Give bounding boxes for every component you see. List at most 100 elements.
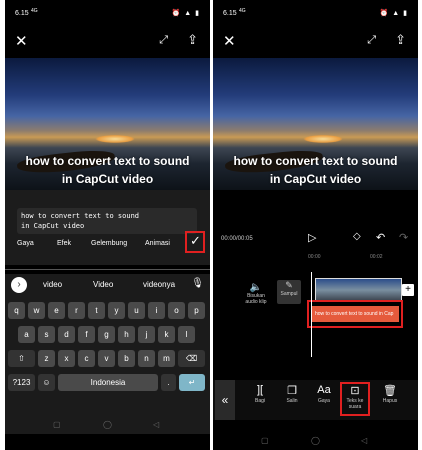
enter-key[interactable]: ↵: [179, 374, 205, 391]
recent-apps-icon[interactable]: ▢: [53, 420, 61, 429]
video-preview: how to convert text to sound in CapCut v…: [213, 58, 418, 190]
key-h[interactable]: h: [118, 326, 135, 343]
ruler-tick-0: 00:00: [308, 254, 321, 260]
emoji-key[interactable]: ☺: [38, 374, 55, 391]
key-n[interactable]: n: [138, 350, 155, 367]
delete-tool[interactable]: 🗑 Hapus: [375, 384, 405, 404]
playhead[interactable]: [311, 272, 312, 357]
key-x[interactable]: x: [58, 350, 75, 367]
tab-efek[interactable]: Efek: [57, 240, 71, 247]
style-tool[interactable]: Aa Gaya: [309, 384, 339, 404]
expand-arrow-icon[interactable]: ›: [11, 277, 27, 293]
redo-icon[interactable]: ↷: [399, 231, 408, 244]
suggestion-bar: › video Video videonya 🎙: [5, 274, 210, 296]
sunset-glow: [95, 134, 136, 143]
suggestion-2[interactable]: Video: [93, 280, 113, 289]
key-u[interactable]: u: [128, 302, 145, 319]
key-m[interactable]: m: [158, 350, 175, 367]
period-key[interactable]: .: [161, 374, 176, 391]
video-clip[interactable]: [315, 278, 402, 302]
key-w[interactable]: w: [28, 302, 45, 319]
cover-button[interactable]: ✎ Sampul: [277, 280, 301, 304]
key-q[interactable]: q: [8, 302, 25, 319]
text-clip[interactable]: how to convert text to sound in Cap: [307, 300, 403, 328]
confirm-button[interactable]: ✓: [185, 231, 205, 253]
nav-bar: ▢ ◯ ◁: [213, 434, 418, 450]
status-bar: 6.15 4G ⏰ ▲ ▮: [5, 0, 210, 28]
export-icon[interactable]: ⇪: [187, 32, 198, 48]
key-row-4: ?123 ☺ Indonesia . ↵: [5, 374, 210, 396]
status-bar: 6.15 4G ⏰ ▲ ▮: [213, 0, 418, 28]
key-c[interactable]: c: [78, 350, 95, 367]
signal-text: 4G: [31, 8, 38, 14]
tab-animasi[interactable]: Animasi: [145, 240, 170, 247]
split-tool[interactable]: ][Bagi: [245, 384, 275, 404]
key-r[interactable]: r: [68, 302, 85, 319]
space-key[interactable]: Indonesia: [58, 374, 158, 391]
number-key[interactable]: ?123: [8, 374, 35, 391]
text-input-line-1: how to convert text to sound: [21, 212, 140, 220]
recent-apps-icon[interactable]: ▢: [261, 436, 269, 445]
text-to-speech-icon: ⊡: [350, 385, 360, 397]
tab-gelembung[interactable]: Gelembung: [91, 240, 127, 247]
suggestion-1[interactable]: video: [43, 280, 62, 289]
key-g[interactable]: g: [98, 326, 115, 343]
phone-screen-text-editor: 6.15 4G ⏰ ▲ ▮ ✕ ⤢ ⇪ how to convert text …: [5, 0, 210, 450]
back-double-chevron-icon[interactable]: «: [215, 380, 235, 420]
copy-tool[interactable]: ❐ Salin: [277, 384, 307, 404]
key-e[interactable]: e: [48, 302, 65, 319]
key-k[interactable]: k: [158, 326, 175, 343]
backspace-key[interactable]: ⌫: [178, 350, 205, 367]
text-to-speech-tool[interactable]: ⊡ Teks ke suara: [340, 382, 370, 416]
key-b[interactable]: b: [118, 350, 135, 367]
key-v[interactable]: v: [98, 350, 115, 367]
key-d[interactable]: d: [58, 326, 75, 343]
tab-gaya[interactable]: Gaya: [17, 240, 34, 247]
key-y[interactable]: y: [108, 302, 125, 319]
video-preview: how to convert text to sound in CapCut v…: [5, 58, 210, 190]
split-label: Bagi: [254, 398, 265, 404]
keyframe-icon[interactable]: ◇: [353, 231, 361, 242]
playback-controls: 00:00/00:05 ▷ ◇ ↶ ↷: [213, 226, 418, 250]
key-l[interactable]: l: [178, 326, 195, 343]
mic-icon[interactable]: 🎙: [191, 278, 204, 289]
home-icon[interactable]: ◯: [311, 436, 320, 445]
timeline-track: 🔈 Bisukan audio klip ✎ Sampul + how to c…: [213, 268, 418, 358]
key-t[interactable]: t: [88, 302, 105, 319]
play-icon[interactable]: ▷: [308, 231, 316, 244]
fullscreen-icon[interactable]: ⤢: [367, 34, 376, 47]
key-s[interactable]: s: [38, 326, 55, 343]
key-i[interactable]: i: [148, 302, 165, 319]
key-z[interactable]: z: [38, 350, 55, 367]
suggestion-3[interactable]: videonya: [143, 280, 175, 289]
slider-row[interactable]: [5, 264, 210, 274]
signal-text: 4G: [239, 8, 246, 14]
close-icon[interactable]: ✕: [223, 32, 236, 50]
key-p[interactable]: p: [188, 302, 205, 319]
status-icons: ⏰ ▲ ▮: [379, 10, 408, 17]
copy-icon: ❐: [287, 385, 297, 397]
key-o[interactable]: o: [168, 302, 185, 319]
phone-screen-timeline: 6.15 4G ⏰ ▲ ▮ ✕ ⤢ ⇪ how to convert text …: [213, 0, 418, 450]
key-j[interactable]: j: [138, 326, 155, 343]
key-f[interactable]: f: [78, 326, 95, 343]
shift-key[interactable]: ⇧: [8, 350, 35, 367]
back-icon[interactable]: ◁: [153, 420, 159, 429]
add-clip-button[interactable]: +: [402, 284, 414, 296]
fullscreen-icon[interactable]: ⤢: [159, 34, 168, 47]
text-to-speech-label: Teks ke suara: [346, 398, 364, 410]
export-icon[interactable]: ⇪: [395, 32, 406, 48]
text-input[interactable]: how to convert text to sound in CapCut v…: [17, 208, 197, 234]
caption-line-1: how to convert text to sound: [25, 154, 190, 168]
text-clip-label: how to convert text to sound in Cap: [311, 306, 399, 322]
back-icon[interactable]: ◁: [361, 436, 367, 445]
caption-line-2: in CapCut video: [269, 172, 362, 186]
mute-clip-audio[interactable]: 🔈 Bisukan audio klip: [241, 282, 271, 305]
close-icon[interactable]: ✕: [15, 32, 28, 50]
key-a[interactable]: a: [18, 326, 35, 343]
home-icon[interactable]: ◯: [103, 420, 112, 429]
undo-icon[interactable]: ↶: [376, 231, 385, 244]
check-icon: ✓: [190, 233, 201, 248]
caption-line-1: how to convert text to sound: [233, 154, 398, 168]
text-edit-panel: how to convert text to sound in CapCut v…: [5, 190, 210, 265]
